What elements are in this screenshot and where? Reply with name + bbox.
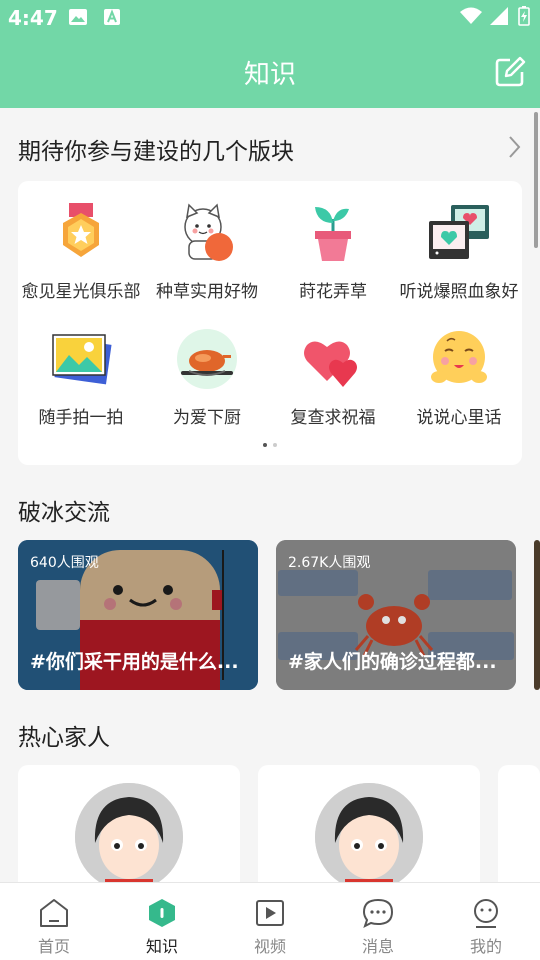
edit-icon[interactable]: [494, 56, 526, 88]
cartoon-avatar: [75, 783, 183, 891]
board-item-label: 种草实用好物: [156, 282, 258, 302]
board-item[interactable]: 莳花弄草: [270, 181, 396, 306]
tab-label: 视频: [253, 937, 286, 956]
family-section-title: 热心家人: [18, 725, 110, 751]
board-item[interactable]: 听说爆照血象好: [396, 181, 522, 306]
topic-title: #你们采干用的是什么...: [30, 651, 239, 673]
title-bar: 知识: [0, 36, 540, 108]
tab-label: 首页: [37, 937, 70, 956]
medal-icon: [63, 203, 99, 257]
board-item-label: 为爱下厨: [173, 408, 241, 428]
tab-profile[interactable]: 我的: [432, 883, 540, 960]
board-item[interactable]: 愈见星光俱乐部: [18, 181, 144, 306]
home-icon: [40, 899, 68, 927]
tab-knowledge[interactable]: 知识: [108, 883, 216, 960]
tab-home[interactable]: 首页: [0, 883, 108, 960]
hearts-icon: [304, 341, 357, 387]
topic-card[interactable]: 640人围观 #你们采干用的是什么...: [18, 540, 258, 690]
topic-views: 2.67K人围观: [288, 555, 371, 571]
tab-label: 消息: [361, 937, 394, 956]
board-item-label: 随手拍一拍: [38, 408, 124, 428]
board-item-label: 复查求祝福: [290, 408, 376, 428]
member-card-partial[interactable]: [498, 765, 540, 895]
board-item-label: 莳花弄草: [299, 282, 367, 302]
profile-icon: [474, 899, 498, 928]
lucky-cat-icon: [184, 203, 233, 261]
bottom-tab-bar: 首页 知识 视频 消息 我的: [0, 882, 540, 960]
topic-views: 640人围观: [30, 555, 99, 571]
tab-messages[interactable]: 消息: [324, 883, 432, 960]
topic-card-partial[interactable]: [534, 540, 540, 690]
scrollbar[interactable]: [534, 112, 538, 248]
topic-title: #家人们的确诊过程都...: [288, 651, 497, 673]
battery-icon: [518, 6, 530, 26]
wifi-icon: [460, 7, 482, 24]
icebreak-section-title: 破冰交流: [18, 500, 110, 526]
tab-video[interactable]: 视频: [216, 883, 324, 960]
blushing-face-icon: [431, 331, 487, 383]
member-card[interactable]: [18, 765, 240, 895]
status-time: 4:47: [8, 6, 58, 30]
tab-label: 我的: [469, 937, 502, 956]
page-indicator: [18, 443, 522, 447]
board-item[interactable]: 为爱下厨: [144, 307, 270, 432]
knowledge-icon: [149, 899, 175, 927]
avatar: [75, 783, 183, 891]
board-item[interactable]: 种草实用好物: [144, 181, 270, 306]
board-item[interactable]: 说说心里话: [396, 307, 522, 432]
page-dot: [273, 443, 277, 447]
board-item[interactable]: 随手拍一拍: [18, 307, 144, 432]
tab-label: 知识: [145, 937, 178, 956]
chevron-right-icon[interactable]: [506, 134, 524, 160]
roast-chicken-icon: [177, 329, 237, 389]
board-item-label: 说说心里话: [416, 408, 502, 428]
cartoon-avatar: [315, 783, 423, 891]
gallery-icon: [69, 9, 87, 25]
board-item-label: 听说爆照血象好: [399, 282, 519, 302]
potted-plant-icon: [315, 207, 351, 261]
topic-card[interactable]: 2.67K人围观 #家人们的确诊过程都...: [276, 540, 516, 690]
photo-frames-icon: [429, 205, 489, 259]
message-icon: [362, 898, 394, 928]
video-icon: [256, 900, 284, 926]
board-grid-card: 愈见星光俱乐部 种草实用好物 莳花弄草 听说爆照血象好 随手拍一拍 为爱下厨 复…: [18, 181, 522, 465]
member-card[interactable]: [258, 765, 480, 895]
page-dot-active: [263, 443, 267, 447]
status-bar: 4:47: [0, 0, 540, 36]
text-notification-icon: [104, 9, 120, 25]
signal-icon: [490, 7, 508, 25]
page-title: 知识: [243, 60, 296, 90]
board-item[interactable]: 复查求祝福: [270, 307, 396, 432]
board-item-label: 愈见星光俱乐部: [21, 282, 141, 302]
board-section-title: 期待你参与建设的几个版块: [18, 139, 294, 165]
landscape-photo-icon: [52, 334, 112, 385]
avatar: [315, 783, 423, 891]
